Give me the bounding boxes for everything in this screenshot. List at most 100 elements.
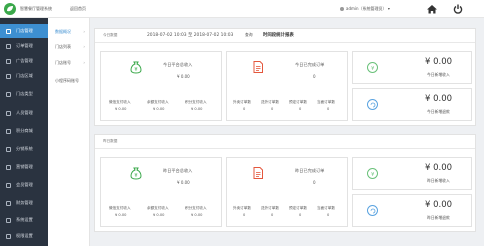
order-sub-value: 0 — [327, 213, 330, 217]
order-sub-value: 0 — [271, 107, 274, 111]
order-sub-value: 0 — [271, 213, 274, 217]
sub-income-label: 微信支付收入 — [109, 206, 131, 210]
today-refund-label: 今日新增退款 — [427, 109, 450, 114]
yesterday-new-income-label: 昨日新增收入 — [427, 178, 450, 183]
home-link[interactable]: 返回首页 — [70, 6, 86, 12]
sidebar-item-finance[interactable]: 财务管理 — [0, 196, 48, 210]
sidebar-item-store-area[interactable]: 门店区域 — [0, 69, 48, 83]
order-sub-value: 0 — [243, 107, 246, 111]
yesterday-income-label: 昨日平台总收入 — [163, 168, 193, 173]
sub-income-value: ¥ 0.00 — [191, 107, 203, 111]
yesterday-refund-value: ¥ 0.00 — [425, 200, 453, 210]
sidebar-item-label: 营销管理 — [16, 164, 33, 169]
sidebar: 门店管理 订单管理 广告管理 门店区域 门店类型 人员管理 积分商城 分销系统 … — [0, 18, 48, 246]
sidebar-item-label: 权限设置 — [16, 233, 33, 238]
svg-text:¥: ¥ — [134, 173, 137, 179]
chevron-right-icon: › — [83, 44, 85, 49]
subnav-item-miniprogram-account[interactable]: 小程序码账号 — [48, 74, 90, 88]
sidebar-item-points-mall[interactable]: 积分商城 — [0, 124, 48, 138]
sidebar-item-label: 财务管理 — [16, 200, 33, 205]
area-icon — [6, 73, 11, 79]
chevron-down-icon: ▾ — [387, 6, 390, 11]
sub-income-label: 余额支付收入 — [147, 100, 169, 104]
yesterday-panel: 昨日数据 ¥ 昨日平台总收入 ¥ 0.00 微信支付收入 余额支付收入 积分支付… — [94, 134, 476, 232]
today-refund-value: ¥ 0.00 — [425, 94, 453, 104]
sidebar-item-permissions[interactable]: 权限设置 — [0, 229, 48, 243]
query-button[interactable]: 查询 — [245, 32, 253, 40]
store-icon — [6, 28, 11, 34]
yesterday-panel-title: 昨日数据 — [103, 139, 118, 143]
subnav-item-overview[interactable]: 数据概况 › — [48, 25, 90, 39]
yesterday-income-card: ¥ 昨日平台总收入 ¥ 0.00 微信支付收入 余额支付收入 积分支付收入 ¥ … — [100, 157, 222, 227]
order-sub-value: 0 — [327, 107, 330, 111]
sub-income-label: 积分支付收入 — [185, 206, 207, 210]
subnav-item-label: 门店列表 — [55, 44, 71, 49]
money-bag-icon: ¥ — [129, 60, 143, 74]
sidebar-item-store-type[interactable]: 门店类型 — [0, 87, 48, 101]
settings-icon — [6, 217, 11, 223]
user-menu[interactable]: admin（系统管理员） ▾ — [340, 6, 390, 12]
points-icon — [6, 128, 11, 134]
sidebar-item-orders[interactable]: 订单管理 — [0, 39, 48, 53]
user-name: admin（系统管理员） — [346, 6, 387, 11]
yesterday-panel-header: 昨日数据 — [95, 135, 475, 149]
sub-income-value: ¥ 0.00 — [115, 107, 127, 111]
sidebar-item-settings[interactable]: 系统设置 — [0, 213, 48, 227]
sidebar-item-staff[interactable]: 人员管理 — [0, 106, 48, 120]
sub-navigation: 数据概况 › 门店列表 › 门店账号 › 小程序码账号 — [48, 18, 90, 246]
permissions-icon — [6, 233, 11, 239]
sidebar-item-ads[interactable]: 广告管理 — [0, 54, 48, 68]
range-report-link[interactable]: 时间段统计报表 — [263, 32, 294, 38]
refund-circle-icon — [367, 205, 378, 216]
sub-income-label: 微信支付收入 — [109, 100, 131, 104]
orders-icon — [6, 43, 11, 49]
sidebar-item-label: 门店类型 — [16, 91, 33, 96]
refund-circle-icon — [367, 99, 378, 110]
subnav-item-store-list[interactable]: 门店列表 › — [48, 40, 90, 54]
sub-income-label: 余额支付收入 — [147, 206, 169, 210]
sidebar-item-marketing[interactable]: 营销管理 — [0, 160, 48, 174]
today-orders-value: 0 — [313, 74, 316, 79]
yesterday-orders-value: 0 — [313, 180, 316, 185]
sidebar-item-members[interactable]: 会员管理 — [0, 178, 48, 192]
subnav-item-store-account[interactable]: 门店账号 › — [48, 56, 90, 70]
app-title: 智慧餐厅管理系统 — [20, 6, 52, 11]
sub-income-value: ¥ 0.00 — [115, 213, 127, 217]
date-range-input[interactable]: 2018-07-02 10:03 至 2018-07-02 10:03 — [147, 32, 233, 38]
home-icon[interactable] — [426, 3, 438, 15]
sidebar-item-label: 订单管理 — [16, 43, 33, 48]
sidebar-item-label: 人员管理 — [16, 110, 33, 115]
svg-text:¥: ¥ — [371, 66, 374, 72]
yesterday-new-income-value: ¥ 0.00 — [425, 163, 453, 173]
today-panel-title: 今日数据 — [103, 33, 118, 37]
today-new-income-value: ¥ 0.00 — [425, 57, 453, 67]
yesterday-orders-card: 昨日已完成订单 0 外卖订单数 送外订单数 预定订单数 当面订单数 0 0 0 … — [226, 157, 348, 227]
money-bag-icon: ¥ — [129, 166, 143, 180]
sidebar-item-label: 分销系统 — [16, 146, 33, 151]
sub-income-value: ¥ 0.00 — [191, 213, 203, 217]
sidebar-item-store[interactable]: 门店管理 — [0, 24, 48, 38]
order-sub-label: 预定订单数 — [289, 206, 307, 210]
today-orders-label: 今日已完成订单 — [295, 62, 325, 67]
power-icon[interactable] — [452, 3, 464, 15]
marketing-icon — [6, 164, 11, 170]
sidebar-item-label: 会员管理 — [16, 182, 33, 187]
order-sub-label: 当面订单数 — [317, 206, 335, 210]
yesterday-refund-label: 昨日新增退款 — [427, 215, 450, 220]
finance-icon — [6, 200, 11, 206]
staff-icon — [6, 110, 11, 116]
sidebar-item-distribution[interactable]: 分销系统 — [0, 142, 48, 156]
user-avatar-icon — [340, 7, 344, 11]
sidebar-item-label: 门店管理 — [16, 28, 33, 33]
order-sub-label: 外卖订单数 — [233, 100, 251, 104]
order-sub-value: 0 — [299, 213, 302, 217]
today-income-card: ¥ 今日平台总收入 ¥ 0.00 微信支付收入 余额支付收入 积分支付收入 ¥ … — [100, 51, 222, 121]
today-panel: 今日数据 2018-07-02 10:03 至 2018-07-02 10:03… — [94, 28, 476, 126]
yesterday-new-income-card: ¥ ¥ 0.00 昨日新增收入 — [352, 157, 472, 190]
order-sub-value: 0 — [299, 107, 302, 111]
today-income-label: 今日平台总收入 — [163, 62, 193, 67]
today-income-value: ¥ 0.00 — [177, 74, 190, 79]
yesterday-refund-card: ¥ 0.00 昨日新增退款 — [352, 194, 472, 227]
order-sub-label: 外卖订单数 — [233, 206, 251, 210]
sub-income-label: 积分支付收入 — [185, 100, 207, 104]
